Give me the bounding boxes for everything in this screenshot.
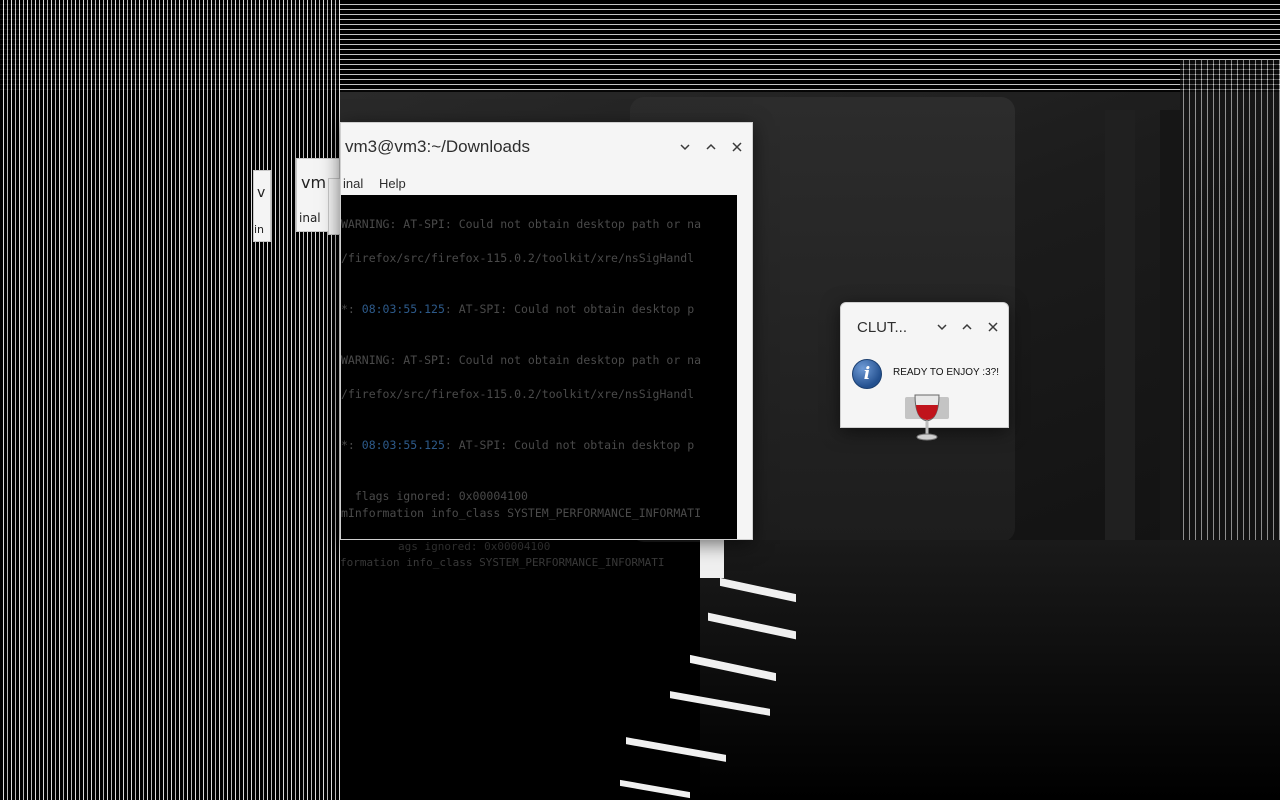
glitch-stripes-left [0, 0, 340, 800]
ghost-window-menu: inal [299, 211, 321, 225]
maximize-button[interactable] [701, 137, 721, 157]
terminal-menubar: inal Help [341, 171, 752, 195]
glitch-streak [700, 538, 724, 578]
background-pillar [1105, 110, 1135, 540]
background-pillar [1160, 110, 1180, 540]
message-dialog[interactable]: CLUT... i READY TO ENJOY :3?! [840, 302, 1009, 441]
bleed-text: ags ignored: 0x00004100 [398, 540, 551, 553]
close-button[interactable] [727, 137, 747, 157]
menu-terminal[interactable]: inal [343, 176, 363, 191]
menu-help[interactable]: Help [379, 176, 406, 191]
minimize-button[interactable] [932, 317, 952, 337]
glitch-stripes-right [1180, 60, 1280, 540]
close-button[interactable] [983, 317, 1003, 337]
terminal-line: *: 08:03:55.125: AT-SPI: Could not obtai… [341, 302, 695, 316]
dialog-title: CLUT... [857, 319, 908, 336]
timestamp: 08:03:55.125 [361, 438, 445, 452]
ghost-window-fragment: v in [253, 170, 271, 242]
ghost-window-title: v [257, 185, 266, 201]
minimize-button[interactable] [675, 137, 695, 157]
dialog-message: READY TO ENJOY :3?! [893, 367, 999, 378]
terminal-line: mInformation info_class SYSTEM_PERFORMAN… [341, 506, 702, 520]
window-title: vm3@vm3:~/Downloads [345, 137, 530, 156]
terminal-line: /firefox/src/firefox-115.0.2/toolkit/xre… [341, 251, 695, 265]
maximize-button[interactable] [957, 317, 977, 337]
terminal-line: /firefox/src/firefox-115.0.2/toolkit/xre… [341, 387, 695, 401]
terminal-window[interactable]: vm3@vm3:~/Downloads inal Help WARNING: A… [340, 122, 753, 540]
ghost-window-menu: in [254, 223, 265, 236]
close-icon [988, 322, 998, 332]
chevron-up-icon [962, 323, 972, 330]
background-floor [700, 540, 1280, 800]
chevron-down-icon [937, 324, 947, 331]
info-icon: i [852, 359, 882, 389]
terminal-line: flags ignored: 0x00004100 [341, 489, 528, 503]
chevron-down-icon [680, 144, 690, 151]
timestamp: 08:03:55.125 [361, 302, 445, 316]
terminal-line: *: 08:03:55.125: AT-SPI: Could not obtai… [341, 438, 695, 452]
chevron-up-icon [706, 143, 716, 150]
close-icon [732, 142, 742, 152]
terminal-line: WARNING: AT-SPI: Could not obtain deskto… [341, 353, 702, 367]
ghost-window-title: vm [301, 173, 327, 192]
terminal-output[interactable]: WARNING: AT-SPI: Could not obtain deskto… [341, 195, 737, 539]
terminal-scrollbar[interactable] [737, 195, 752, 539]
terminal-titlebar[interactable]: vm3@vm3:~/Downloads [341, 123, 752, 171]
bleed-text: formation info_class SYSTEM_PERFORMANCE_… [340, 556, 665, 569]
terminal-line: WARNING: AT-SPI: Could not obtain deskto… [341, 217, 702, 231]
glitch-streak [620, 779, 690, 799]
wine-glass-icon [905, 394, 949, 441]
